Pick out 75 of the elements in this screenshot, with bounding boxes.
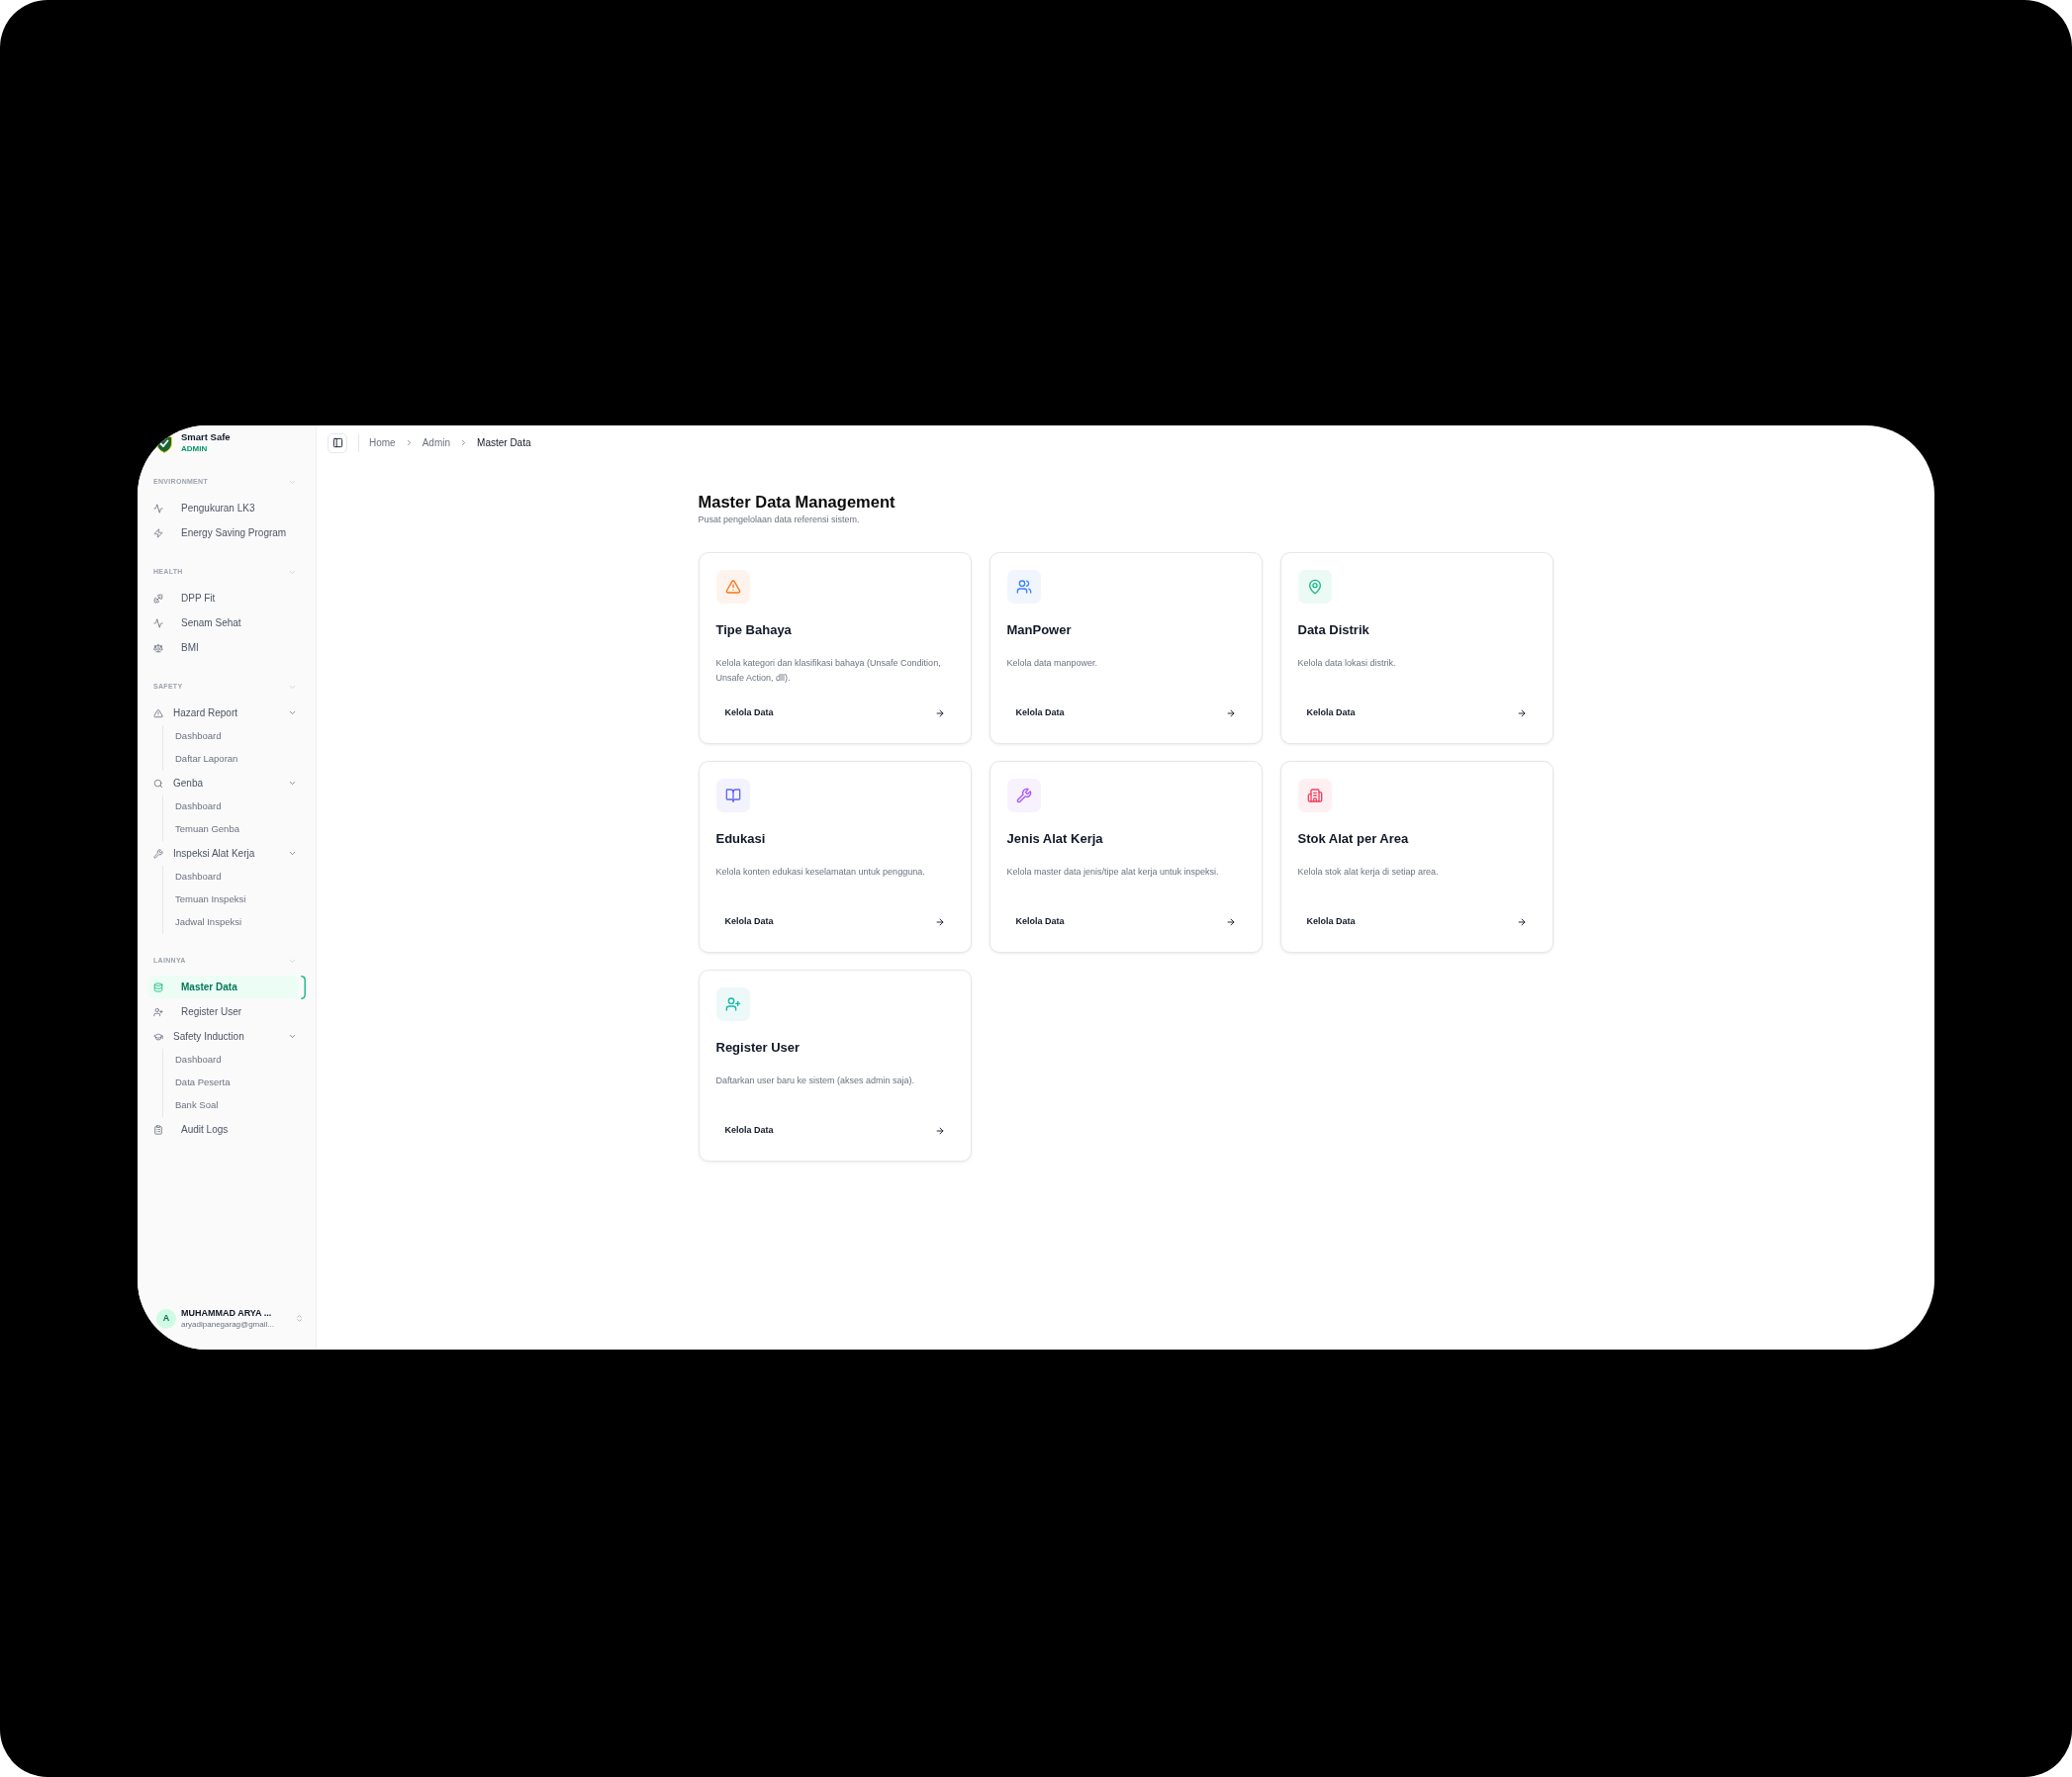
app-role: ADMIN [181,443,209,455]
search-icon [153,778,163,789]
breadcrumb-link[interactable]: Admin [422,435,451,450]
lightning-icon [153,527,163,538]
warning-icon [153,707,163,718]
card-description: Daftarkan user baru ke sistem (akses admin saja). [715,1075,916,1087]
card-title: Jenis Alat Kerja [1006,831,1104,847]
sidebar-subitem[interactable]: Daftar Laporan [163,748,300,771]
sidebar-subitem[interactable]: Dashboard [163,725,300,748]
card-title: Stok Alat per Area [1297,831,1410,847]
manage-data-button[interactable]: Kelola Data [715,1118,954,1144]
user-email: aryadipanegarag@gmail... [181,1319,274,1330]
sidebar-toggle-button[interactable] [328,432,347,453]
manage-data-button[interactable]: Kelola Data [715,701,954,726]
sidebar-item[interactable]: Senam Sehat [147,611,299,634]
breadcrumb-link[interactable]: Home [369,435,396,450]
card-description: Kelola stok alat kerja di setiap area. [1297,866,1440,879]
arrow-right-icon [934,1126,945,1136]
pulse-icon [153,503,163,514]
manage-data-button[interactable]: Kelola Data [1006,909,1245,935]
scale-icon [153,642,163,653]
sidebar-subitem[interactable]: Jadwal Inspeksi [163,911,300,934]
sidebar-item[interactable]: Energy Saving Program [147,521,299,544]
sidebar-subitem[interactable]: Bank Soal [163,1094,300,1117]
card-title: Data Distrik [1297,622,1370,638]
shield-logo-icon [156,433,172,453]
sidebar-item[interactable]: Safety Induction [147,1025,299,1048]
manage-data-button[interactable]: Kelola Data [1006,701,1245,726]
arrow-right-icon [1516,917,1527,927]
database-icon [153,982,163,992]
page-title: Master Data Management [698,492,896,512]
graduation-cap-icon [153,1031,163,1042]
sidebar-subitem[interactable]: Temuan Genba [163,818,300,841]
clipboard-icon [153,1124,163,1135]
sidebar-subitem[interactable]: Dashboard [163,866,300,888]
app-name: Smart Safe [181,431,231,443]
sidebar-subitem[interactable]: Dashboard [163,795,300,818]
dumbbell-icon [153,593,163,604]
user-avatar: A [156,1308,176,1329]
sidebar-subitem[interactable]: Temuan Inspeksi [163,888,300,911]
user-plus-icon [153,1006,163,1017]
arrow-right-icon [1225,708,1236,718]
pulse-icon [153,617,163,628]
card-title: Register User [715,1040,801,1056]
card-description: Kelola kategori dan klasifikasi bahaya (Unsafe Condition, Unsafe Action, dll). [715,657,942,685]
sidebar-item[interactable]: Hazard Report [147,701,299,724]
card-description: Kelola data manpower. [1006,657,1099,670]
panel-icon [331,437,343,448]
arrow-right-icon [1516,708,1527,718]
manage-data-button[interactable]: Kelola Data [715,909,954,935]
page-subtitle: Pusat pengelolaan data referensi sistem. [698,514,861,526]
card-title: Tipe Bahaya [715,622,793,638]
sidebar-item[interactable]: Master Data [147,976,299,998]
user-name: MUHAMMAD ARYA ... [181,1307,273,1319]
arrow-right-icon [1225,917,1236,927]
manage-data-button[interactable]: Kelola Data [1297,701,1536,726]
sidebar-item[interactable]: Pengukuran LK3 [147,497,299,519]
manage-data-button[interactable]: Kelola Data [1297,909,1536,935]
card-description: Kelola konten edukasi keselamatan untuk pengguna. [715,866,926,879]
sidebar-item[interactable]: BMI [147,636,299,659]
breadcrumb-current: Master Data [477,436,531,450]
wrench-icon [153,848,163,859]
sidebar-item[interactable]: DPP Fit [147,587,299,609]
card-description: Kelola data lokasi distrik. [1297,657,1397,670]
card-title: Edukasi [715,831,767,847]
sidebar-subitem[interactable]: Data Peserta [163,1072,300,1094]
card-title: ManPower [1006,622,1073,638]
sidebar-subitem[interactable]: Dashboard [163,1049,300,1072]
sidebar-item[interactable]: Audit Logs [147,1118,299,1141]
sidebar-item[interactable]: Inspeksi Alat Kerja [147,842,299,865]
arrow-right-icon [934,917,945,927]
card-description: Kelola master data jenis/tipe alat kerja untuk inspeksi. [1006,866,1220,879]
sidebar-item[interactable]: Genba [147,772,299,795]
sidebar-item[interactable]: Register User [147,1000,299,1023]
arrow-right-icon [934,708,945,718]
